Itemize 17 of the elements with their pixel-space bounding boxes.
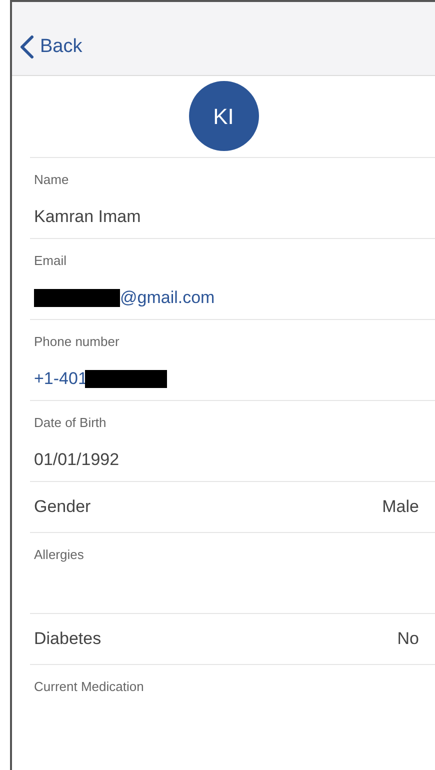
- field-label: Gender: [34, 496, 91, 518]
- field-label: Date of Birth: [34, 414, 106, 432]
- field-value: No: [397, 628, 419, 650]
- field-label: Name: [34, 171, 69, 189]
- field-label: Allergies: [34, 546, 84, 564]
- back-button[interactable]: Back: [20, 32, 82, 61]
- field-label: Current Medication: [34, 678, 144, 696]
- avatar: KI: [188, 81, 258, 151]
- field-value: Male: [382, 496, 419, 518]
- field-value: 01/01/1992: [34, 448, 120, 471]
- back-chevron-icon: [20, 34, 34, 59]
- field-label: Email: [34, 252, 67, 270]
- field-value: Kamran Imam: [34, 206, 141, 228]
- field-label: Phone number: [34, 333, 120, 351]
- field-link[interactable]: +1-401: [34, 366, 88, 392]
- field-label: Diabetes: [34, 628, 102, 650]
- field-link[interactable]: @gmail.com: [120, 284, 215, 310]
